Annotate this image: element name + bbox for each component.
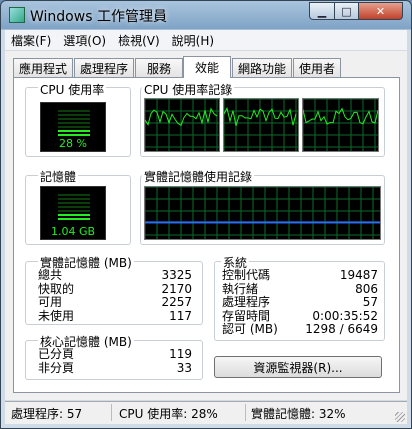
cpu-history-graph-1 (223, 98, 299, 152)
stat-label: 未使用 (38, 308, 75, 323)
maximize-icon: □ (341, 4, 352, 18)
stat-row: 執行緒 806 (222, 281, 378, 296)
meter-bar (58, 122, 90, 124)
meter-bar (58, 118, 90, 120)
memory-history-label: 實體記憶體使用記錄 (142, 168, 255, 185)
stat-value: 19487 (339, 268, 378, 282)
stat-value: 806 (355, 281, 378, 296)
menu-help[interactable]: 說明(H) (166, 32, 220, 49)
stat-value: 119 (169, 347, 192, 361)
cpu-history-graph-2 (302, 98, 379, 152)
resource-monitor-button[interactable]: 資源監視器(R)... (214, 356, 382, 378)
cpu-core-2-graph (302, 98, 379, 151)
task-manager-icon (9, 7, 25, 23)
stat-label: 控制代碼 (222, 268, 271, 282)
close-icon: ✕ (375, 4, 386, 18)
status-processes: 處理程序: 57 (11, 407, 83, 421)
menu-file[interactable]: 檔案(F) (5, 32, 57, 49)
tab-applications[interactable]: 應用程式 (13, 58, 73, 77)
task-manager-window: Windows 工作管理員 ▁ □ ✕ 檔案(F) 選項(O) 檢視(V) 說明… (0, 0, 412, 429)
memory-label: 記憶體 (38, 168, 79, 185)
menu-options[interactable]: 選項(O) (57, 32, 112, 49)
stat-value: 117 (169, 308, 192, 323)
memory-meter: 1.04 GB (40, 186, 106, 240)
stat-row: 未使用 117 (38, 308, 192, 323)
memory-history-graph (144, 186, 381, 240)
stat-value: 0:00:35:52 (312, 308, 378, 323)
tab-performance[interactable]: 效能 (183, 56, 231, 78)
stat-label: 認可 (MB) (222, 322, 278, 336)
meter-bar (58, 214, 90, 216)
performance-panel: CPU 使用率 28 % CPU 使用率記錄 記憶體 1.04 GB 實體記憶體… (13, 77, 400, 393)
memory-value: 1.04 GB (50, 225, 96, 238)
meter-bar (58, 210, 90, 212)
stat-value: 33 (176, 360, 192, 375)
stat-label: 處理程序 (222, 295, 271, 309)
stat-label: 總共 (38, 268, 63, 282)
status-separator (245, 404, 246, 421)
meter-bar (58, 202, 90, 204)
tab-processes[interactable]: 處理程序 (74, 58, 134, 77)
cpu-history-graph-0 (144, 98, 220, 152)
menu-view[interactable]: 檢視(V) (112, 32, 166, 49)
stat-label: 已分頁 (38, 347, 75, 361)
stat-row: 已分頁 119 (38, 348, 192, 361)
stat-row: 認可 (MB) 1298 / 6649 (222, 323, 378, 336)
menu-bar: 檔案(F) 選項(O) 檢視(V) 說明(H) (5, 30, 407, 51)
window-title: Windows 工作管理員 (30, 9, 167, 25)
stat-label: 執行緒 (222, 281, 259, 296)
meter-bar (58, 194, 90, 196)
stat-value: 1298 / 6649 (305, 322, 378, 336)
stat-label: 快取的 (38, 281, 75, 296)
status-separator (111, 404, 112, 421)
stat-value: 3325 (161, 268, 192, 282)
stat-value: 2170 (161, 281, 192, 296)
cpu-core-1-graph (223, 98, 298, 151)
cpu-meter-bars (58, 110, 90, 138)
title-bar[interactable]: Windows 工作管理員 ▁ □ ✕ (1, 1, 411, 28)
status-memory: 實體記憶體: 32% (251, 407, 346, 421)
close-button[interactable]: ✕ (358, 2, 403, 20)
tab-services[interactable]: 服務 (135, 58, 183, 77)
stat-row: 快取的 2170 (38, 281, 192, 296)
stat-value: 57 (362, 295, 378, 309)
meter-bar (58, 110, 90, 112)
stat-label: 非分頁 (38, 360, 75, 375)
meter-bar (58, 126, 90, 128)
status-cpu: CPU 使用率: 28% (119, 407, 218, 421)
tab-networking[interactable]: 網路功能 (232, 58, 292, 77)
stat-row: 控制代碼 19487 (222, 269, 378, 282)
stat-row: 非分頁 33 (38, 360, 192, 375)
maximize-button[interactable]: □ (334, 2, 359, 20)
meter-bar (58, 134, 90, 136)
stat-row: 總共 3325 (38, 269, 192, 282)
meter-bar (58, 198, 90, 200)
memory-history-plot (144, 186, 380, 239)
cpu-usage-meter: 28 % (40, 102, 106, 152)
cpu-history-label: CPU 使用率記錄 (142, 81, 235, 98)
meter-bar (58, 218, 90, 220)
cpu-usage-value: 28 % (59, 137, 87, 150)
stat-label: 存留時間 (222, 308, 271, 323)
stat-value: 2257 (161, 295, 192, 309)
cpu-usage-label: CPU 使用率 (38, 81, 107, 98)
minimize-button[interactable]: ▁ (309, 2, 335, 20)
tab-users[interactable]: 使用者 (293, 58, 341, 77)
cpu-core-0-graph (144, 98, 219, 151)
resize-grip[interactable] (395, 412, 405, 422)
status-bar: 處理程序: 57 CPU 使用率: 28% 實體記憶體: 32% (5, 401, 407, 424)
meter-bar (58, 206, 90, 208)
minimize-icon: ▁ (317, 4, 327, 18)
meter-bar (58, 130, 90, 132)
stat-row: 存留時間 0:00:35:52 (222, 308, 378, 323)
meter-bar (58, 114, 90, 116)
stat-row: 處理程序 57 (222, 296, 378, 309)
memory-meter-bars (58, 194, 90, 222)
stat-label: 可用 (38, 295, 63, 309)
stat-row: 可用 2257 (38, 296, 192, 309)
